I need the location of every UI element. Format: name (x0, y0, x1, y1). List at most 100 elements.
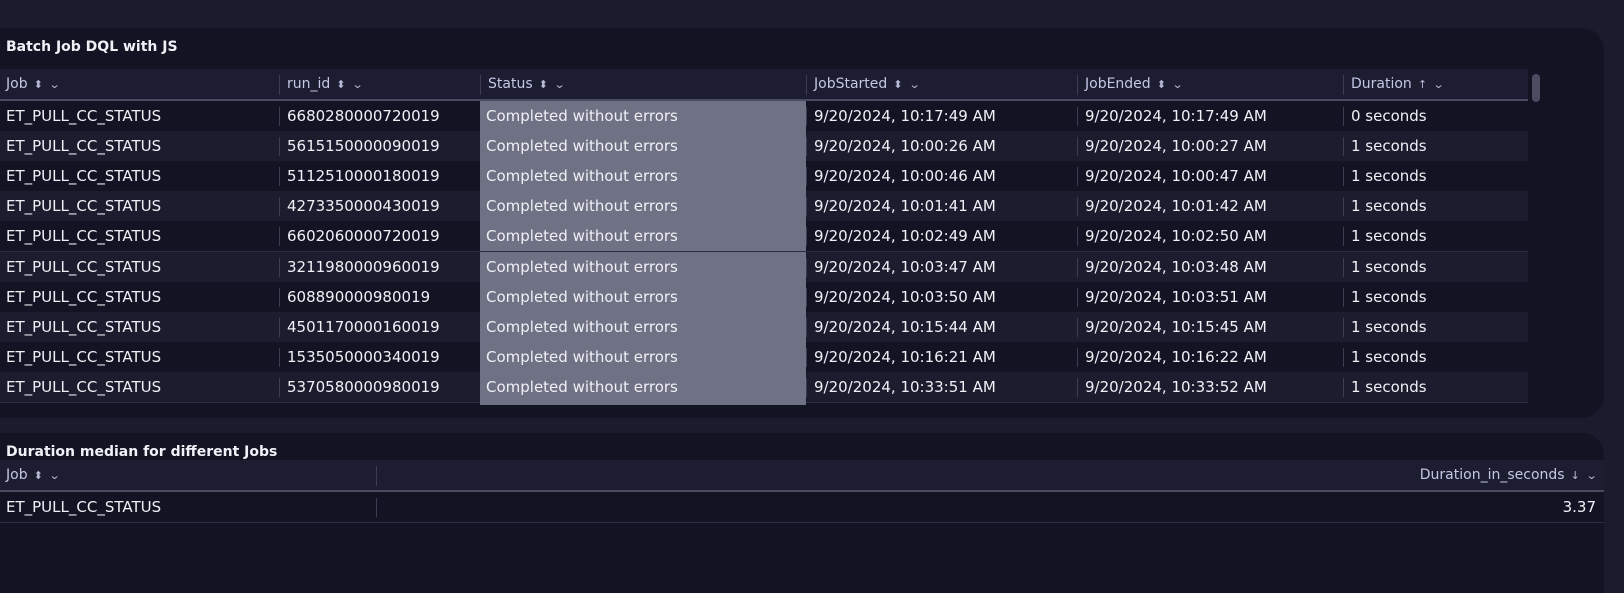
column-header-job[interactable]: Job ⬍ ⌄ (0, 460, 376, 490)
column-separator (279, 197, 280, 217)
column-separator (806, 287, 807, 307)
tile-title: Duration median for different Jobs (6, 444, 278, 460)
cell-job-started: 9/20/2024, 10:17:49 AM (806, 101, 1077, 131)
column-separator (376, 498, 377, 517)
sort-descending-icon[interactable]: ↓ (1571, 469, 1580, 482)
cell-run-id: 608890000980019 (279, 282, 480, 312)
cell-text: 1 seconds (1351, 287, 1427, 306)
cell-job-ended: 9/20/2024, 10:00:47 AM (1077, 161, 1343, 191)
table-row[interactable]: ET_PULL_CC_STATUS 3.37 (0, 492, 1604, 523)
cell-text: 9/20/2024, 10:33:52 AM (1085, 377, 1267, 396)
column-header-job-ended[interactable]: JobEnded ⬍ ⌄ (1077, 69, 1343, 100)
column-separator (279, 347, 280, 367)
cell-text: Completed without errors (486, 107, 678, 125)
sort-ascending-icon[interactable]: ↑ (1418, 78, 1427, 91)
cell-job-started: 9/20/2024, 10:02:49 AM (806, 221, 1077, 251)
cell-text: 1 seconds (1351, 257, 1427, 276)
column-separator (806, 257, 807, 277)
cell-run-id: 5370580000980019 (279, 372, 480, 402)
sort-both-icon[interactable]: ⬍ (893, 78, 902, 91)
column-separator (279, 377, 280, 397)
column-separator (1077, 347, 1078, 367)
cell-text: Completed without errors (486, 317, 678, 336)
sort-both-icon[interactable]: ⬍ (34, 469, 43, 482)
cell-text: 9/20/2024, 10:17:49 AM (1085, 107, 1267, 125)
cell-job: ET_PULL_CC_STATUS (0, 342, 279, 372)
cell-text: 9/20/2024, 10:01:42 AM (1085, 197, 1267, 216)
vertical-scrollbar[interactable] (1532, 74, 1540, 102)
cell-text: 5112510000180019 (287, 167, 440, 186)
table-row[interactable]: ET_PULL_CC_STATUS 5615150000090019 Complet… (0, 131, 1528, 163)
cell-text: 9/20/2024, 10:33:51 AM (814, 377, 996, 396)
sort-both-icon[interactable]: ⬍ (1157, 78, 1166, 91)
chevron-down-icon[interactable]: ⌄ (48, 461, 60, 491)
column-header-job-started[interactable]: JobStarted ⬍ ⌄ (806, 69, 1077, 100)
column-separator (1343, 287, 1344, 307)
column-separator (1077, 227, 1078, 247)
cell-text: 9/20/2024, 10:00:46 AM (814, 167, 996, 186)
sort-both-icon[interactable]: ⬍ (34, 78, 43, 91)
column-separator (279, 317, 280, 337)
cell-text: 9/20/2024, 10:01:41 AM (814, 197, 996, 216)
cell-run-id: 3211980000960019 (279, 252, 480, 282)
table-row[interactable]: ET_PULL_CC_STATUS 608890000980019 Complete… (0, 281, 1528, 313)
cell-text: 9/20/2024, 10:02:50 AM (1085, 227, 1267, 246)
column-label: JobEnded (1085, 76, 1151, 92)
table-row[interactable]: ET_PULL_CC_STATUS 4501170000160019 Complet… (0, 311, 1528, 343)
cell-text: 1 seconds (1351, 227, 1427, 246)
cell-text: 5615150000090019 (287, 137, 440, 156)
cell-duration: 1 seconds (1343, 342, 1528, 372)
chevron-down-icon[interactable]: ⌄ (351, 70, 363, 100)
chevron-down-icon[interactable]: ⌄ (908, 70, 920, 100)
cell-text: 4501170000160019 (287, 317, 440, 336)
table-row[interactable]: ET_PULL_CC_STATUS 1535050000340019 Complet… (0, 341, 1528, 373)
column-header-job[interactable]: Job ⬍ ⌄ (0, 69, 279, 99)
column-separator (279, 137, 280, 157)
column-header-duration[interactable]: Duration ↑ ⌄ (1343, 69, 1528, 100)
cell-job: ET_PULL_CC_STATUS (0, 101, 279, 131)
column-separator (376, 466, 377, 486)
cell-text: 5370580000980019 (287, 377, 440, 396)
cell-text: Completed without errors (486, 227, 678, 246)
sort-both-icon[interactable]: ⬍ (336, 78, 345, 91)
cell-job: ET_PULL_CC_STATUS (0, 161, 279, 191)
column-label: Job (6, 76, 28, 92)
column-separator (1343, 107, 1344, 126)
cell-status: Completed without errors (480, 191, 806, 222)
sort-both-icon[interactable]: ⬍ (539, 78, 548, 91)
cell-job-started: 9/20/2024, 10:03:47 AM (806, 252, 1077, 282)
column-header-status[interactable]: Status ⬍ ⌄ (480, 69, 806, 100)
cell-job: ET_PULL_CC_STATUS (0, 372, 279, 402)
table-row[interactable]: ET_PULL_CC_STATUS 4273350000430019 Complet… (0, 191, 1528, 223)
cell-text: 4273350000430019 (287, 197, 440, 216)
chevron-down-icon[interactable]: ⌄ (1585, 461, 1597, 491)
chevron-down-icon[interactable]: ⌄ (553, 70, 565, 100)
table-row[interactable]: ET_PULL_CC_STATUS 3211980000960019 Complet… (0, 251, 1528, 283)
cell-text: 9/20/2024, 10:15:45 AM (1085, 317, 1267, 336)
cell-duration: 1 seconds (1343, 221, 1528, 251)
table-row[interactable]: ET_PULL_CC_STATUS 5112510000180019 Complet… (0, 161, 1528, 193)
column-separator (1343, 347, 1344, 367)
cell-text: 9/20/2024, 10:16:21 AM (814, 347, 996, 366)
cell-duration: 0 seconds (1343, 101, 1528, 131)
chevron-down-icon[interactable]: ⌄ (48, 70, 60, 100)
cell-text: 1535050000340019 (287, 347, 440, 366)
table-row[interactable]: ET_PULL_CC_STATUS 5370580000980019 Complet… (0, 371, 1528, 403)
table-row[interactable]: ET_PULL_CC_STATUS 6602060000720019 Complet… (0, 221, 1528, 253)
column-header-duration-in-seconds[interactable]: Duration_in_seconds ↓ ⌄ (376, 460, 1597, 491)
column-header-run-id[interactable]: run_id ⬍ ⌄ (279, 69, 480, 100)
cell-text: 9/20/2024, 10:03:47 AM (814, 257, 996, 276)
chevron-down-icon[interactable]: ⌄ (1172, 70, 1184, 100)
column-separator (1343, 227, 1344, 247)
cell-text: 6602060000720019 (287, 227, 440, 246)
cell-text: ET_PULL_CC_STATUS (6, 287, 162, 306)
cell-text: ET_PULL_CC_STATUS (6, 137, 162, 156)
cell-job-ended: 9/20/2024, 10:00:27 AM (1077, 131, 1343, 161)
column-label: Status (488, 76, 533, 92)
chevron-down-icon[interactable]: ⌄ (1433, 70, 1445, 100)
cell-text: Completed without errors (486, 197, 678, 216)
cell-status: Completed without errors (480, 371, 806, 402)
cell-job: ET_PULL_CC_STATUS (0, 312, 279, 342)
cell-job-ended: 9/20/2024, 10:16:22 AM (1077, 342, 1343, 372)
table-row[interactable]: ET_PULL_CC_STATUS 6680280000720019 Complet… (0, 101, 1528, 132)
